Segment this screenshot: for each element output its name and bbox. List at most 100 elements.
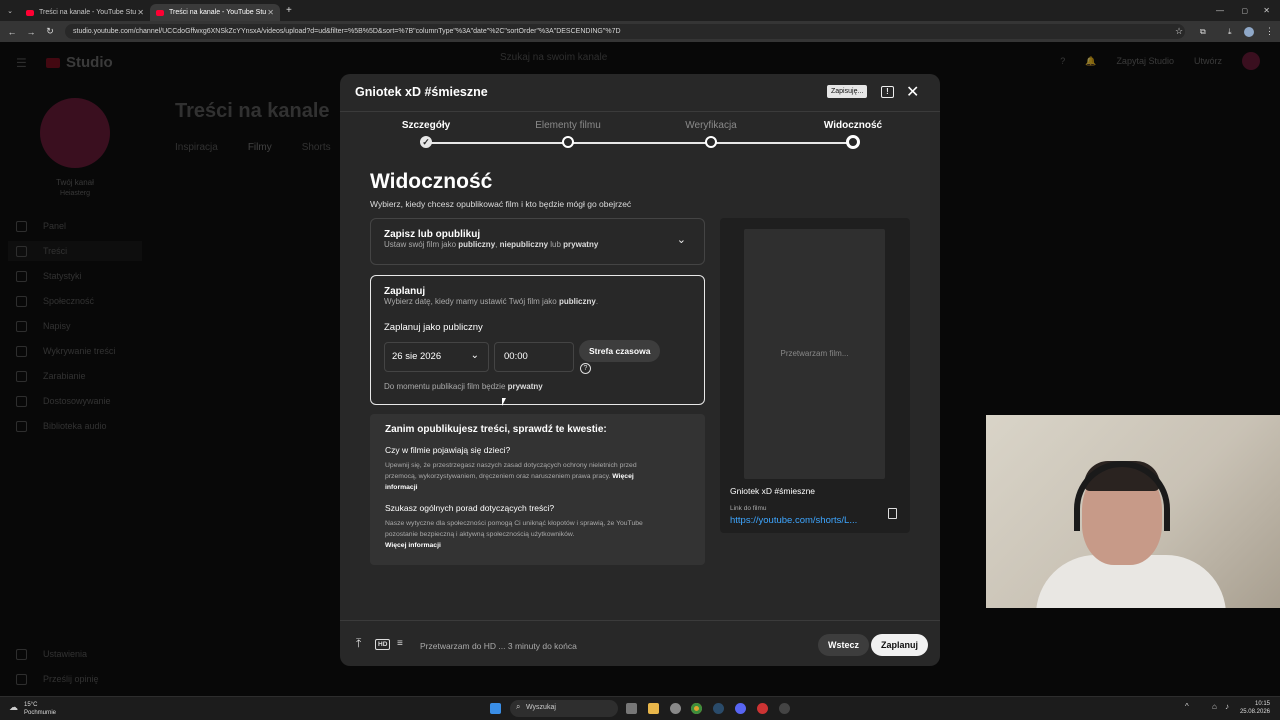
step-visibility[interactable]: Widoczność: [798, 120, 908, 131]
dialog-header: Gniotek xD #śmieszne Zapisuję... ! ✕: [340, 74, 940, 112]
schedule-label: Zaplanuj jako publiczny: [384, 322, 483, 333]
browser-menu-icon[interactable]: ⋮: [1265, 26, 1274, 37]
checks-paragraph: Upewnij się, że przestrzegasz naszych za…: [385, 462, 637, 491]
search-text: Wyszukaj: [526, 704, 556, 711]
dialog-footer: ⤒ HD ≡ Przetwarzam do HD ... 3 minuty do…: [340, 620, 940, 666]
close-tab-icon[interactable]: ✕: [137, 8, 144, 17]
taskbar-search[interactable]: Wyszukaj: [510, 700, 618, 717]
windows-start-icon[interactable]: [490, 703, 501, 714]
upload-icon: ⤒: [356, 636, 362, 650]
browser-tab[interactable]: Treści na kanale - YouTube Stu ✕: [20, 4, 150, 21]
search-icon: ⌕: [516, 702, 521, 711]
bookmark-star-icon[interactable]: ☆: [1175, 26, 1183, 37]
app-icon[interactable]: [757, 703, 768, 714]
step-checks[interactable]: Weryfikacja: [656, 120, 766, 131]
video-preview-card: Przetwarzam film... Gniotek xD #śmieszne…: [720, 218, 910, 533]
youtube-icon: [26, 9, 34, 16]
system-clock[interactable]: 10:15 25.08.2026: [1240, 700, 1270, 716]
time-value: 00:00: [504, 351, 528, 362]
chrome-icon[interactable]: [691, 703, 702, 714]
volume-icon[interactable]: ♪: [1225, 702, 1229, 711]
save-or-publish-option[interactable]: Zapisz lub opublikuj Ustaw swój film jak…: [370, 218, 705, 265]
feedback-icon[interactable]: !: [881, 86, 894, 98]
checks-question: Szukasz ogólnych porad dotyczących treśc…: [385, 503, 555, 513]
new-tab-icon[interactable]: +: [286, 5, 292, 16]
network-icon[interactable]: ⌂: [1212, 702, 1217, 711]
extensions-icon[interactable]: ⧉: [1200, 27, 1206, 37]
video-thumbnail: Przetwarzam film...: [744, 229, 885, 479]
mouse-cursor: [502, 398, 506, 406]
option-description: Wybierz datę, kiedy mamy ustawić Twój fi…: [384, 297, 599, 306]
schedule-option[interactable]: Zaplanuj Wybierz datę, kiedy mamy ustawi…: [370, 275, 705, 405]
address-bar-row: ← → ↻ studio.youtube.com/channel/UCCdoGf…: [0, 21, 1280, 42]
close-tab-icon[interactable]: ✕: [267, 8, 274, 17]
step-video-elements[interactable]: Elementy filmu: [513, 120, 623, 131]
dialog-title: Gniotek xD #śmieszne: [355, 85, 488, 99]
step-details[interactable]: Szczegóły: [371, 120, 481, 131]
minimize-icon[interactable]: —: [1216, 6, 1224, 15]
checks-paragraph: Nasze wytyczne dla społeczności pomogą C…: [385, 520, 643, 549]
window-close-icon[interactable]: ✕: [1263, 6, 1270, 15]
video-link-label: Link do filmu: [730, 505, 767, 512]
option-title: Zapisz lub opublikuj: [384, 229, 481, 240]
upload-dialog: Gniotek xD #śmieszne Zapisuję... ! ✕ Szc…: [340, 74, 940, 666]
close-icon[interactable]: ✕: [906, 82, 919, 102]
learn-more-link[interactable]: Więcej informacji: [385, 542, 441, 549]
file-explorer-icon[interactable]: [648, 703, 659, 714]
obs-icon[interactable]: [779, 703, 790, 714]
webcam-overlay: [986, 415, 1280, 608]
steam-icon[interactable]: [713, 703, 724, 714]
task-view-icon[interactable]: [626, 703, 637, 714]
video-link[interactable]: https://youtube.com/shorts/L...: [730, 515, 872, 526]
cloud-icon: ☁: [9, 702, 18, 712]
step-done-check-icon: ✓: [420, 136, 432, 148]
date-value: 26 sie 2026: [392, 351, 442, 362]
schedule-button[interactable]: Zaplanuj: [871, 634, 929, 656]
saving-badge: Zapisuję...: [827, 85, 868, 98]
checks-list-icon: ≡: [397, 638, 403, 649]
tab-menu-icon[interactable]: ⌄: [0, 7, 20, 15]
clock-date: 25.08.2026: [1239, 709, 1270, 715]
preview-video-title: Gniotek xD #śmieszne: [730, 486, 816, 496]
schedule-note: Do momentu publikacji film będzie prywat…: [384, 382, 543, 391]
reload-icon[interactable]: ↻: [43, 26, 57, 37]
url-text: studio.youtube.com/channel/UCCdoGffwxg6X…: [73, 28, 621, 35]
browser-tab-bar: ⌄ Treści na kanale - YouTube Stu ✕ Treśc…: [0, 0, 1280, 21]
checks-title: Zanim opublikujesz treści, sprawdź te kw…: [385, 424, 607, 435]
visibility-subheading: Wybierz, kiedy chcesz opublikować film i…: [370, 199, 632, 209]
tray-chevron-icon[interactable]: ^: [1185, 702, 1189, 711]
option-title: Zaplanuj: [384, 286, 426, 297]
time-input[interactable]: 00:00: [494, 342, 574, 372]
step-dot: [705, 136, 717, 148]
forward-icon[interactable]: →: [24, 27, 38, 37]
download-icon[interactable]: ⤓: [1228, 27, 1232, 37]
maximize-icon[interactable]: ▢: [1241, 7, 1248, 15]
copy-icon[interactable]: [888, 508, 897, 519]
processing-status: Przetwarzam do HD ... 3 minuty do końca: [420, 641, 577, 651]
prepublish-checks: Zanim opublikujesz treści, sprawdź te kw…: [370, 414, 705, 565]
timezone-button[interactable]: Strefa czasowa: [579, 340, 661, 362]
help-icon[interactable]: ?: [580, 363, 591, 374]
visibility-heading: Widoczność: [370, 170, 493, 193]
back-icon[interactable]: ←: [5, 27, 19, 37]
step-dot: [562, 136, 574, 148]
discord-icon[interactable]: [735, 703, 746, 714]
stepper-line: [430, 142, 850, 144]
browser-tab-active[interactable]: Treści na kanale - YouTube Stu ✕: [150, 4, 280, 21]
hd-icon: HD: [375, 639, 391, 650]
tab-title: Treści na kanale - YouTube Stu: [169, 9, 267, 16]
taskbar: 15°C Pochmurnie ☁ Wyszukaj ⌕ ^ ⌂ ♪ 10:15…: [0, 696, 1280, 720]
clock-time: 10:15: [1254, 701, 1270, 707]
date-picker[interactable]: 26 sie 2026 ⌄: [384, 342, 489, 372]
url-field[interactable]: studio.youtube.com/channel/UCCdoGffwxg6X…: [65, 24, 1185, 39]
chevron-down-icon: ⌄: [470, 350, 479, 361]
option-description: Ustaw swój film jako publiczny, niepubli…: [384, 240, 599, 249]
profile-icon[interactable]: [1244, 26, 1254, 37]
settings-app-icon[interactable]: [670, 703, 681, 714]
tab-title: Treści na kanale - YouTube Stu: [39, 9, 137, 16]
checks-question: Czy w filmie pojawiają się dzieci?: [385, 445, 511, 455]
step-current-dot: [846, 135, 860, 149]
chevron-down-icon[interactable]: ⌄: [677, 233, 686, 246]
youtube-icon: [156, 9, 164, 16]
back-button[interactable]: Wstecz: [818, 634, 870, 656]
